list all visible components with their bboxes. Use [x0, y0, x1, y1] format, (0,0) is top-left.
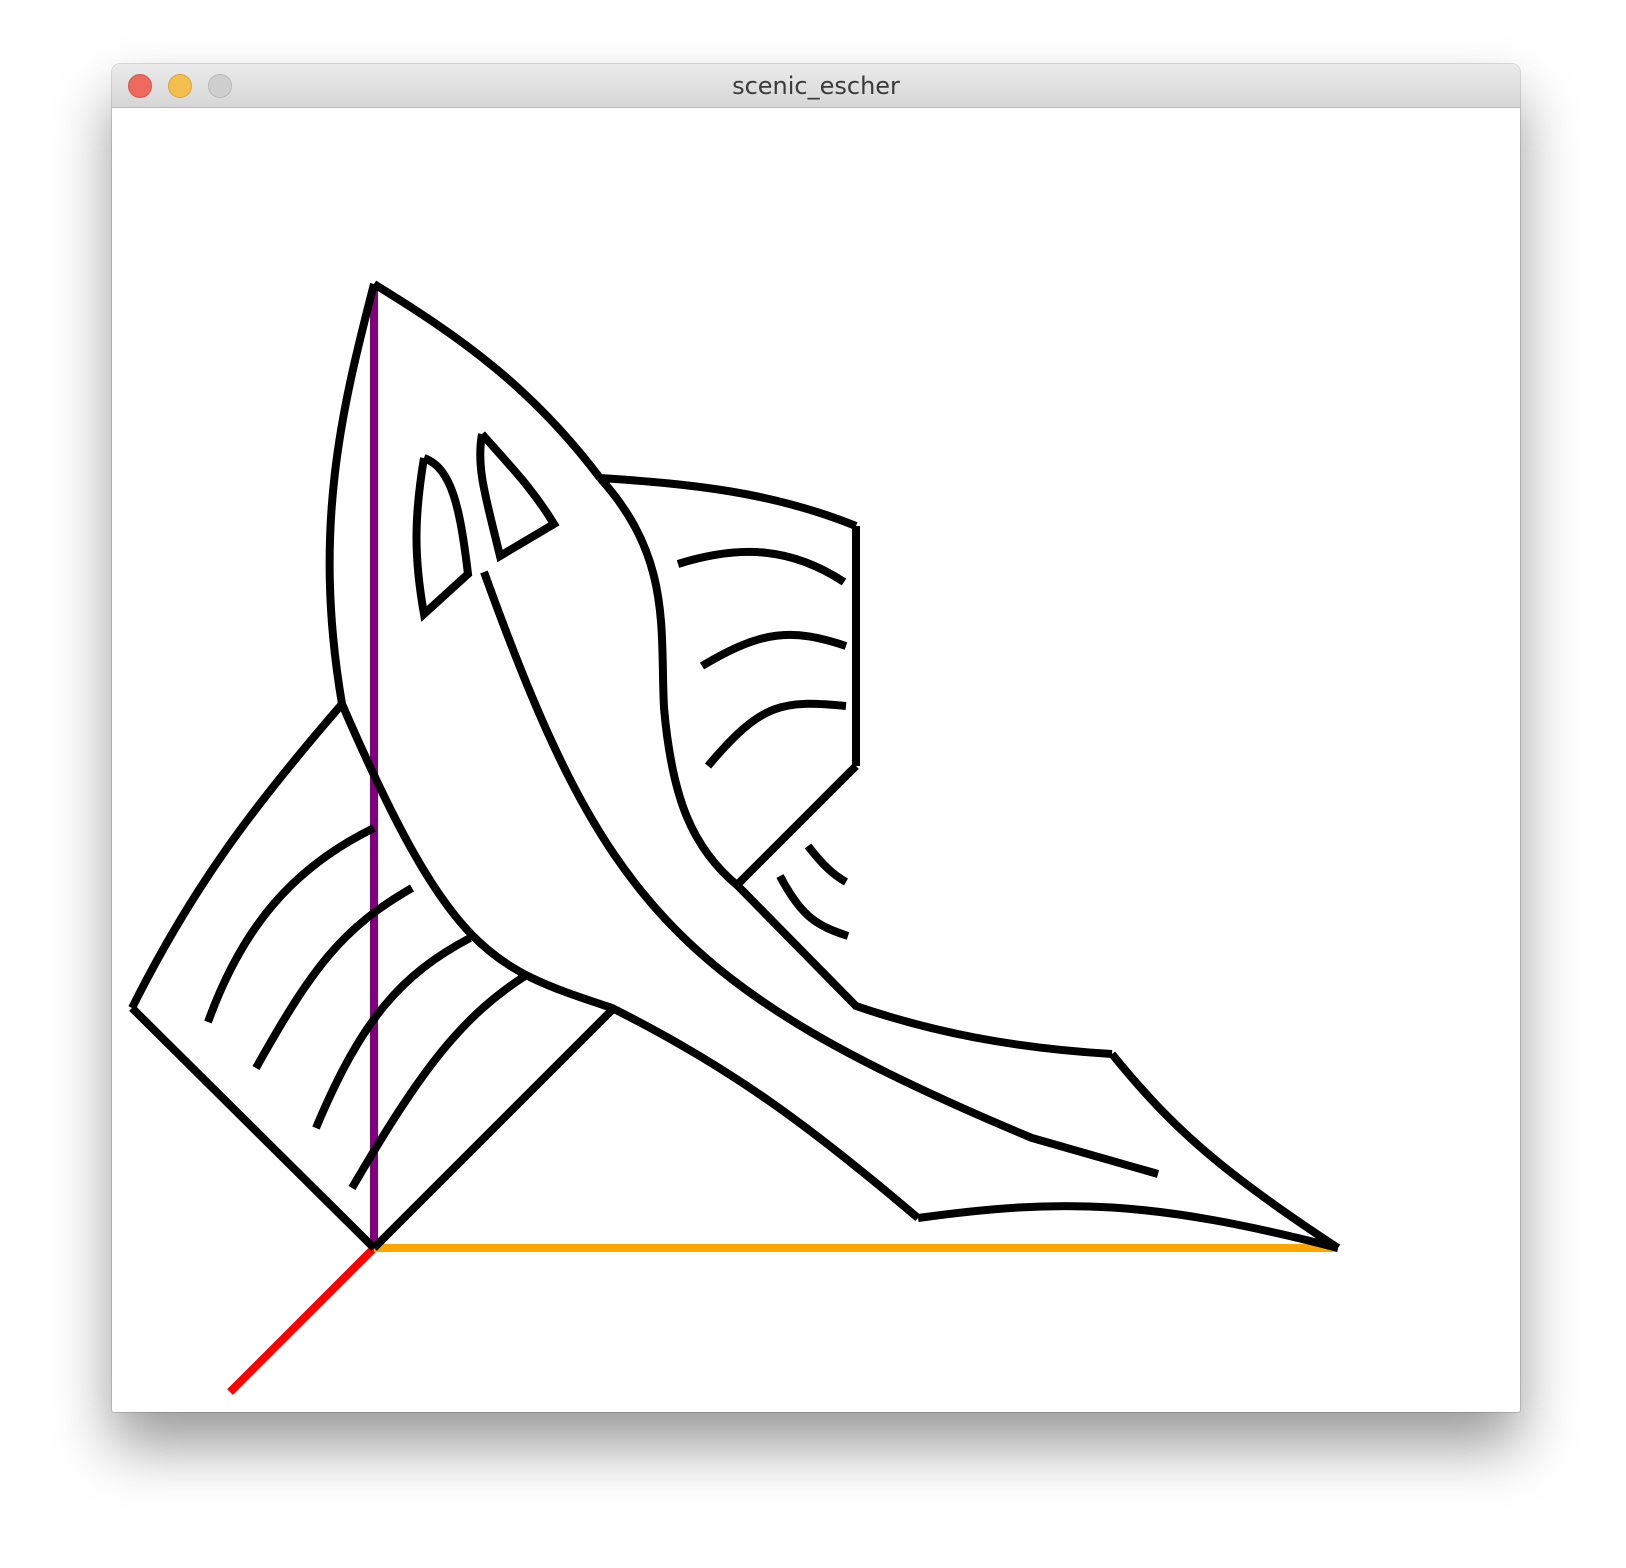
upper-fin-bottom — [735, 763, 859, 887]
lower-fin-bottom-edge — [129, 1005, 377, 1251]
lower-fin-right-edge — [371, 1005, 617, 1251]
fish-back-curve — [371, 280, 604, 481]
drawing-canvas — [112, 108, 1520, 1412]
right-eye — [476, 431, 560, 563]
small-fin-stroke-2 — [776, 874, 850, 940]
tail-bottom-edge — [917, 1202, 1339, 1252]
fish-spine — [480, 570, 1160, 1178]
lower-fin-stroke-2 — [252, 884, 414, 1070]
upper-fin-stroke-1 — [676, 547, 847, 586]
lower-fin-stroke-4 — [348, 970, 531, 1191]
fish-front-curve — [325, 283, 378, 705]
upper-fin-stroke-2 — [699, 630, 848, 670]
lower-fin-stroke-3 — [312, 934, 472, 1130]
app-window: scenic_escher — [112, 64, 1520, 1412]
title-bar[interactable]: scenic_escher — [112, 64, 1520, 108]
upper-fin-top — [599, 474, 858, 530]
lower-fin-stroke-1 — [204, 824, 376, 1024]
upper-fin-stroke-3 — [704, 699, 847, 769]
escher-drawing — [128, 280, 1341, 1395]
window-title: scenic_escher — [732, 72, 900, 100]
small-fin-stroke-1 — [804, 843, 849, 886]
origin-vector — [227, 1245, 377, 1395]
fish-inner-curve — [597, 475, 741, 890]
tail-upper-edge — [735, 883, 1113, 1058]
left-eye — [412, 454, 473, 622]
